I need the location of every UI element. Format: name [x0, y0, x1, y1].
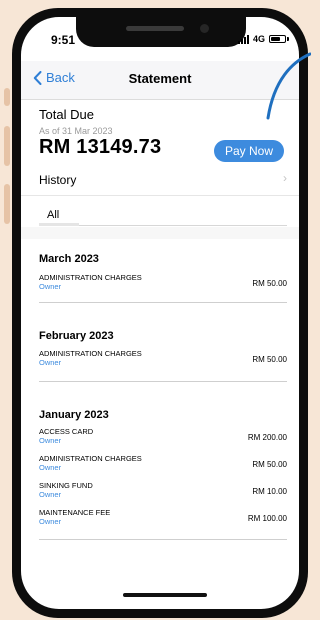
entry-role: Owner	[39, 358, 62, 367]
entry-role: Owner	[39, 463, 62, 472]
tab-all[interactable]: All	[47, 209, 59, 221]
entry-name: MAINTENANCE FEE	[39, 508, 111, 517]
entry-amount: RM 100.00	[247, 514, 287, 523]
entry-name: ADMINISTRATION CHARGES	[39, 349, 142, 358]
statement-entry[interactable]: SINKING FUND Owner RM 10.00	[39, 481, 287, 507]
notch	[76, 17, 246, 47]
section-gap	[21, 227, 299, 239]
section-divider	[39, 302, 287, 303]
status-time: 9:51	[51, 33, 76, 47]
entry-role: Owner	[39, 517, 62, 526]
entry-role: Owner	[39, 436, 62, 445]
entry-name: SINKING FUND	[39, 481, 93, 490]
history-row[interactable]: History ›	[39, 171, 289, 191]
entry-name: ADMINISTRATION CHARGES	[39, 454, 142, 463]
signal-icon	[237, 34, 249, 44]
entry-name: ACCESS CARD	[39, 427, 94, 436]
chevron-right-icon: ›	[283, 171, 287, 185]
statement-entry[interactable]: ADMINISTRATION CHARGES Owner RM 50.00	[39, 349, 287, 375]
battery-icon	[269, 35, 286, 43]
statement-section-march: March 2023 ADMINISTRATION CHARGES Owner …	[39, 253, 287, 299]
divider	[21, 195, 299, 196]
entry-role: Owner	[39, 490, 62, 499]
month-heading: March 2023	[39, 253, 99, 265]
battery-tip	[287, 37, 289, 41]
statement-entry[interactable]: ADMINISTRATION CHARGES Owner RM 50.00	[39, 273, 287, 299]
history-label: History	[39, 173, 77, 187]
section-divider	[39, 381, 287, 382]
entry-amount: RM 10.00	[252, 487, 287, 496]
phone-side-button-1	[4, 88, 10, 106]
home-indicator	[123, 593, 207, 597]
month-heading: February 2023	[39, 330, 114, 342]
front-camera	[200, 24, 209, 33]
section-divider	[39, 539, 287, 540]
annotation-curve	[266, 52, 311, 120]
entry-amount: RM 50.00	[252, 460, 287, 469]
speaker	[126, 26, 184, 31]
tab-active-indicator	[39, 223, 79, 226]
phone-side-button-2	[4, 126, 10, 166]
phone-side-button-3	[4, 184, 10, 224]
month-heading: January 2023	[39, 409, 109, 421]
statement-entry[interactable]: ACCESS CARD Owner RM 200.00	[39, 427, 287, 453]
status-indicators: 4G	[237, 34, 289, 44]
statement-entry[interactable]: MAINTENANCE FEE Owner RM 100.00	[39, 508, 287, 534]
entry-amount: RM 50.00	[252, 355, 287, 364]
network-label: 4G	[252, 34, 265, 44]
entry-amount: RM 50.00	[252, 279, 287, 288]
entry-amount: RM 200.00	[247, 433, 287, 442]
entry-name: ADMINISTRATION CHARGES	[39, 273, 142, 282]
entry-role: Owner	[39, 282, 62, 291]
pay-now-button[interactable]: Pay Now	[214, 140, 284, 162]
statement-section-february: February 2023 ADMINISTRATION CHARGES Own…	[39, 330, 287, 375]
statement-entry[interactable]: ADMINISTRATION CHARGES Owner RM 50.00	[39, 454, 287, 480]
statement-section-january: January 2023 ACCESS CARD Owner RM 200.00…	[39, 409, 287, 534]
